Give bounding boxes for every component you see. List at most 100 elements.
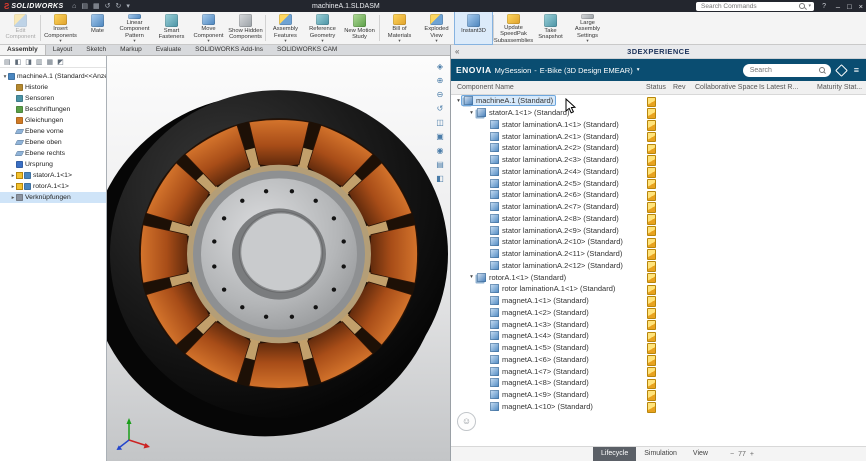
component-row[interactable]: stator laminationA.2<6> (Standard) [451, 189, 866, 201]
zoom-to-fit-icon[interactable]: ⊕ [433, 74, 447, 87]
zoom-out-button[interactable]: − [730, 451, 734, 458]
component-row[interactable]: ▾statorA.1<1> (Standard) [451, 107, 866, 119]
component-row[interactable]: magnetA.1<7> (Standard) [451, 365, 866, 377]
undo-icon[interactable]: ↺ [105, 3, 111, 10]
component-row[interactable]: magnetA.1<9> (Standard) [451, 389, 866, 401]
previous-view-icon[interactable]: ↺ [433, 102, 447, 115]
bill-of-materials-button[interactable]: Bill of Materials▾ [381, 12, 418, 44]
take-snapshot-button[interactable]: Take Snapshot [532, 12, 569, 44]
edit-appearance-icon[interactable]: ▤ [433, 158, 447, 171]
feature-tree-item[interactable]: Ebene rechts [0, 148, 106, 159]
feature-tree-item[interactable]: ▸statorA.1<1> [0, 170, 106, 181]
large-assembly-settings-button[interactable]: Large Assembly Settings▾ [569, 12, 606, 44]
panel-search-box[interactable] [743, 64, 831, 77]
apply-scene-icon[interactable]: ◧ [433, 172, 447, 185]
component-row[interactable]: ▾machineA.1 (Standard) [451, 95, 866, 107]
view-orientation-icon[interactable]: ◈ [433, 60, 447, 73]
search-commands-box[interactable]: ▾ [696, 2, 814, 11]
zoom-to-area-icon[interactable]: ⊖ [433, 88, 447, 101]
section-view-icon[interactable]: ◫ [433, 116, 447, 129]
edit-component-button[interactable]: Edit Component [2, 12, 39, 44]
tab-evaluate[interactable]: Evaluate [149, 45, 188, 55]
help-button[interactable]: ? [822, 3, 826, 10]
search-icon[interactable] [799, 3, 806, 10]
configurationmanager-tab-icon[interactable]: ◨ [25, 58, 32, 66]
menu-icon[interactable]: ≡ [854, 65, 859, 75]
display-style-icon[interactable]: ▣ [433, 130, 447, 143]
move-component-button[interactable]: Move Component▾ [190, 12, 227, 44]
component-row[interactable]: stator laminationA.2<7> (Standard) [451, 201, 866, 213]
component-row[interactable]: stator laminationA.2<3> (Standard) [451, 154, 866, 166]
feature-tree-item[interactable]: Sensoren [0, 93, 106, 104]
home-icon[interactable]: ⌂ [72, 3, 76, 10]
tab-solidworks-add-ins[interactable]: SOLIDWORKS Add-Ins [188, 45, 270, 55]
reference-geometry-button[interactable]: Reference Geometry▾ [304, 12, 341, 44]
tag-icon[interactable] [835, 64, 848, 77]
open-document-icon[interactable]: ▤ [81, 3, 88, 10]
expander-icon[interactable]: ▾ [468, 110, 475, 116]
feature-tree-item[interactable]: ▸Verknüpfungen [0, 192, 106, 203]
feature-tree-item[interactable]: Ursprung [0, 159, 106, 170]
options-dropdown-icon[interactable]: ▾ [126, 3, 130, 10]
smart-fasteners-button[interactable]: Smart Fasteners [153, 12, 190, 44]
component-row[interactable]: stator laminationA.2<2> (Standard) [451, 142, 866, 154]
component-row[interactable]: stator laminationA.2<12> (Standard) [451, 260, 866, 272]
component-row[interactable]: magnetA.1<6> (Standard) [451, 354, 866, 366]
bottom-tab-lifecycle[interactable]: Lifecycle [593, 447, 636, 461]
component-row[interactable]: ▾rotorA.1<1> (Standard) [451, 271, 866, 283]
save-icon[interactable]: ▦ [93, 3, 100, 10]
featuremanager-tab-icon[interactable]: ▤ [4, 58, 11, 66]
displaymanager-tab-icon[interactable]: ▦ [47, 58, 54, 66]
column-header-status[interactable]: Status [646, 84, 666, 91]
mate-button[interactable]: Mate [79, 12, 116, 44]
column-header-collaborative-space[interactable]: Collaborative Space [695, 84, 758, 91]
component-row[interactable]: stator laminationA.2<1> (Standard) [451, 130, 866, 142]
search-icon[interactable] [819, 67, 826, 74]
tab-sketch[interactable]: Sketch [79, 45, 113, 55]
column-header-component-name[interactable]: Component Name [457, 84, 514, 91]
feature-tree-item[interactable]: Gleichungen [0, 115, 106, 126]
search-dropdown-icon[interactable]: ▾ [808, 3, 811, 9]
show-hidden-components-button[interactable]: Show Hidden Components [227, 12, 264, 44]
tab-solidworks-cam[interactable]: SOLIDWORKS CAM [270, 45, 344, 55]
feature-tree-item[interactable]: Ebene oben [0, 137, 106, 148]
maximize-button[interactable]: □ [847, 2, 852, 11]
bottom-tab-view[interactable]: View [685, 447, 716, 461]
component-row[interactable]: magnetA.1<1> (Standard) [451, 295, 866, 307]
tab-assembly[interactable]: Assembly [0, 45, 46, 55]
component-row[interactable]: rotor laminationA.1<1> (Standard) [451, 283, 866, 295]
column-header-is-latest[interactable]: Is Latest R... [759, 84, 798, 91]
component-row[interactable]: stator laminationA.2<4> (Standard) [451, 166, 866, 178]
propertymanager-tab-icon[interactable]: ◧ [15, 58, 22, 66]
minimize-button[interactable]: – [836, 2, 840, 11]
column-header-rev[interactable]: Rev [673, 84, 685, 91]
component-row[interactable]: stator laminationA.2<5> (Standard) [451, 177, 866, 189]
new-motion-study-button[interactable]: New Motion Study [341, 12, 378, 44]
bottom-tab-simulation[interactable]: Simulation [636, 447, 685, 461]
update-speedpak-subassemblies-button[interactable]: Update SpeedPak Subassemblies [495, 12, 532, 44]
tab-layout[interactable]: Layout [46, 45, 80, 55]
hide-show-items-icon[interactable]: ◉ [433, 144, 447, 157]
redo-icon[interactable]: ↻ [115, 3, 121, 10]
zoom-in-button[interactable]: + [750, 451, 754, 458]
component-row[interactable]: magnetA.1<8> (Standard) [451, 377, 866, 389]
assembly-features-button[interactable]: Assembly Features▾ [267, 12, 304, 44]
component-row[interactable]: magnetA.1<3> (Standard) [451, 318, 866, 330]
expander-icon[interactable]: ▾ [455, 98, 462, 104]
component-row[interactable]: stator laminationA.2<11> (Standard) [451, 248, 866, 260]
assistant-icon[interactable]: ☺ [457, 412, 476, 431]
insert-components-button[interactable]: Insert Components▾ [42, 12, 79, 44]
feature-tree-item[interactable]: ▾machineA.1 (Standard<<Anzeigestatus-1..… [0, 71, 106, 82]
dimxpertmanager-tab-icon[interactable]: ▥ [36, 58, 43, 66]
context-dropdown-icon[interactable]: ▾ [637, 67, 640, 73]
feature-tree-item[interactable]: Beschriftungen [0, 104, 106, 115]
component-row[interactable]: magnetA.1<2> (Standard) [451, 307, 866, 319]
feature-tree-item[interactable]: Historie [0, 82, 106, 93]
expander-icon[interactable]: ▾ [468, 274, 475, 280]
feature-tree-item[interactable]: ▸rotorA.1<1> [0, 181, 106, 192]
component-row[interactable]: stator laminationA.1<1> (Standard) [451, 119, 866, 131]
component-row[interactable]: magnetA.1<4> (Standard) [451, 330, 866, 342]
component-row[interactable]: magnetA.1<10> (Standard) [451, 401, 866, 413]
linear-component-pattern-button[interactable]: Linear Component Pattern▾ [116, 12, 153, 44]
component-row[interactable]: stator laminationA.2<9> (Standard) [451, 224, 866, 236]
